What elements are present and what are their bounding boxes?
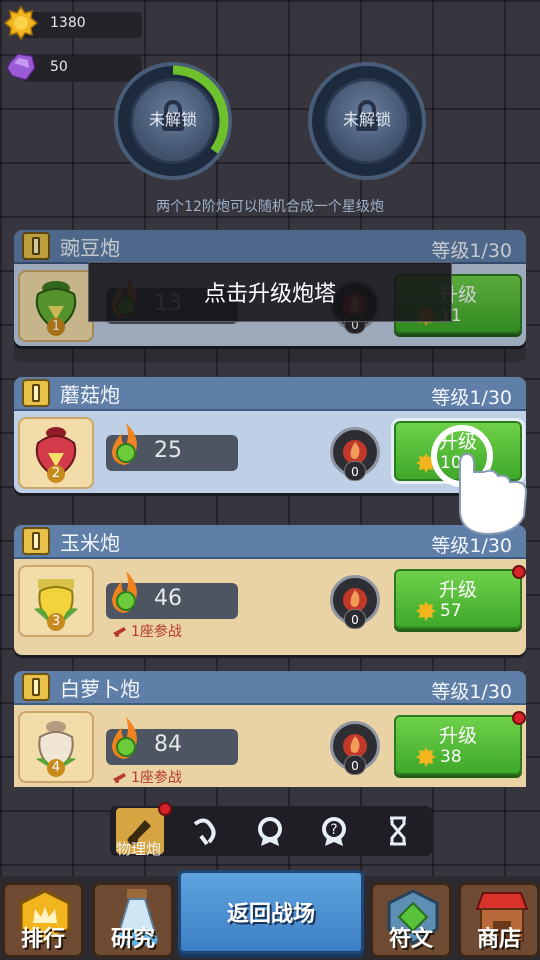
fire-power-icon bbox=[112, 423, 137, 465]
upgrade-label: 升级 bbox=[438, 579, 477, 601]
medal-icon bbox=[258, 817, 282, 846]
magic-icon bbox=[193, 818, 216, 846]
tower-list-scroll[interactable]: 玉米炮 等级1/30 3 46 1座参战 0 升级 57 白萝卜炮 等级1/30… bbox=[0, 525, 540, 787]
purple-gem-icon bbox=[6, 53, 36, 81]
card-header: 白萝卜炮 等级1/30 bbox=[14, 671, 526, 705]
gold-coin-icon bbox=[4, 6, 38, 40]
active-tab-label: 物理炮 bbox=[116, 840, 162, 858]
deployed-text: 1座参战 bbox=[131, 770, 182, 786]
fire-power-icon bbox=[112, 717, 137, 759]
tower-name: 蘑菇炮 bbox=[60, 382, 120, 407]
power-value: 46 bbox=[154, 586, 182, 611]
card-body: 4 84 1座参战 0 升级 38 bbox=[14, 705, 526, 787]
tower-card-corn: 玉米炮 等级1/30 3 46 1座参战 0 升级 57 bbox=[14, 525, 526, 655]
nav-shop-label: 商店 bbox=[476, 927, 521, 952]
alert-dot bbox=[158, 802, 172, 816]
slot-status: 未解锁 bbox=[342, 110, 391, 129]
tab-mystery[interactable]: ? bbox=[310, 808, 358, 854]
tower-level: 等级1/30 bbox=[431, 387, 512, 409]
hourglass-icon bbox=[390, 816, 406, 846]
gem-value: 50 bbox=[50, 59, 68, 75]
tab-hourglass[interactable] bbox=[374, 808, 422, 854]
merge-hint: 两个12阶炮可以随机合成一个星级炮 bbox=[156, 199, 384, 215]
nav-runes-label: 符文 bbox=[388, 927, 433, 952]
slot-status: 未解锁 bbox=[148, 110, 197, 129]
tier-badge: 2 bbox=[47, 465, 65, 483]
gold-coin-icon bbox=[416, 601, 436, 621]
upgrade-label: 升级 bbox=[438, 725, 477, 747]
nav-research-label: 研究 bbox=[110, 927, 155, 952]
cannon-icon bbox=[113, 627, 126, 637]
cannon-icon bbox=[113, 773, 126, 783]
locked-slot-1[interactable]: 未解锁 bbox=[114, 62, 232, 180]
tier-badge: 4 bbox=[47, 759, 65, 777]
tower-name: 白萝卜炮 bbox=[60, 676, 140, 701]
nav-rank-label: 排行 bbox=[20, 927, 65, 952]
locked-slot-2[interactable]: 未解锁 bbox=[308, 62, 426, 180]
info-button[interactable] bbox=[22, 527, 50, 555]
upgrade-cost: 38 bbox=[440, 747, 462, 767]
tier-badge: 3 bbox=[47, 613, 65, 631]
gold-counter: 1380 bbox=[4, 6, 142, 40]
deployed-status: 1座参战 bbox=[112, 767, 182, 787]
tab-medal[interactable] bbox=[246, 808, 294, 854]
tutorial-hand-pointer-icon bbox=[431, 425, 528, 536]
mystery-icon: ? bbox=[322, 817, 346, 846]
tower-name: 玉米炮 bbox=[60, 530, 120, 555]
gold-value: 1380 bbox=[50, 15, 86, 31]
info-icon bbox=[32, 532, 40, 550]
nav-research-button[interactable]: 研究 bbox=[92, 882, 174, 958]
gem-count: 0 bbox=[344, 461, 366, 481]
nav-shop-button[interactable]: 商店 bbox=[458, 882, 540, 958]
nav-rank-button[interactable]: 排行 bbox=[2, 882, 84, 958]
gem-count: 0 bbox=[344, 755, 366, 775]
slot-inner: 未解锁 bbox=[130, 78, 216, 164]
info-button[interactable] bbox=[22, 673, 50, 701]
tower-portrait[interactable]: 2 bbox=[18, 417, 94, 489]
power-value: 25 bbox=[154, 438, 182, 463]
power-value: 84 bbox=[154, 732, 182, 757]
tower-portrait[interactable]: 4 bbox=[18, 711, 94, 783]
info-button[interactable] bbox=[22, 379, 50, 407]
info-icon bbox=[32, 678, 40, 696]
svg-text:?: ? bbox=[330, 822, 337, 838]
tab-magic[interactable] bbox=[182, 808, 230, 854]
nav-runes-button[interactable]: 符文 bbox=[370, 882, 452, 958]
deployed-status: 1座参战 bbox=[112, 621, 182, 641]
gem-count: 0 bbox=[344, 609, 366, 629]
upgrade-button[interactable]: 升级 38 bbox=[394, 711, 526, 775]
tower-portrait[interactable]: 3 bbox=[18, 565, 94, 637]
tutorial-toast: 点击升级炮塔 bbox=[88, 262, 452, 322]
slot-inner: 未解锁 bbox=[324, 78, 410, 164]
card-body: 3 46 1座参战 0 升级 57 bbox=[14, 559, 526, 655]
upgrade-cost: 57 bbox=[440, 601, 462, 621]
tower-level: 等级1/30 bbox=[431, 681, 512, 703]
return-to-battle-button[interactable]: 返回战场 bbox=[178, 870, 364, 954]
tower-card-radish: 白萝卜炮 等级1/30 4 84 1座参战 0 升级 38 bbox=[14, 671, 526, 787]
deployed-text: 1座参战 bbox=[131, 624, 182, 640]
fire-power-icon bbox=[112, 571, 137, 613]
info-icon bbox=[32, 384, 40, 402]
upgrade-button[interactable]: 升级 57 bbox=[394, 565, 526, 629]
gold-coin-icon bbox=[416, 747, 436, 767]
card-header: 蘑菇炮 等级1/30 bbox=[14, 377, 526, 411]
